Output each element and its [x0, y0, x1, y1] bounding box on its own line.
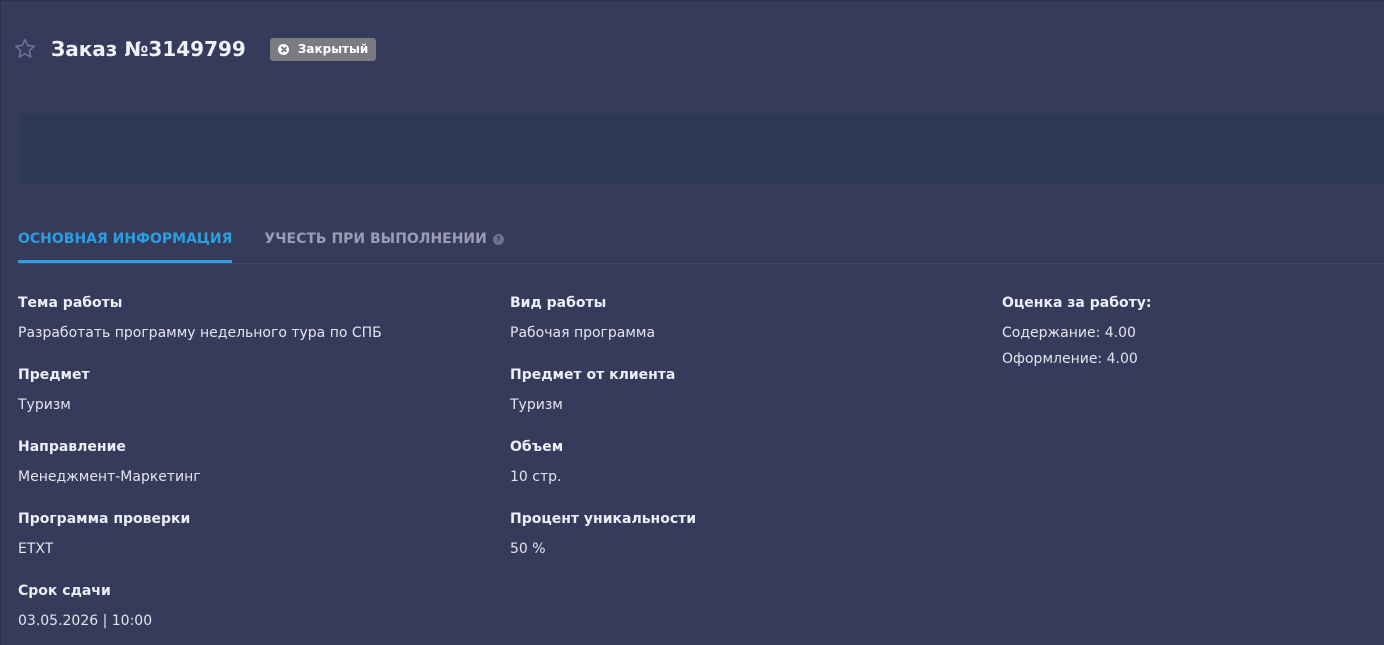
tab-consider-when-executing[interactable]: УЧЕСТЬ ПРИ ВЫПОЛНЕНИИ ?: [264, 225, 504, 263]
tab-main-info-label: ОСНОВНАЯ ИНФОРМАЦИЯ: [18, 231, 233, 247]
tab-main-info[interactable]: ОСНОВНАЯ ИНФОРМАЦИЯ: [18, 225, 233, 263]
direction-value: Менеджмент-Маркетинг: [18, 469, 201, 485]
rating-label: Оценка за работу:: [1002, 295, 1152, 311]
rating-design-value: Оформление: 4.00: [1002, 351, 1138, 367]
deadline-label: Срок сдачи: [18, 583, 111, 599]
work-type-label: Вид работы: [510, 295, 607, 311]
volume-label: Объем: [510, 439, 564, 455]
rating-content-value: Содержание: 4.00: [1002, 325, 1136, 341]
topic-value: Разработать программу недельного тура по…: [18, 325, 382, 341]
subject-label: Предмет: [18, 367, 90, 383]
star-icon[interactable]: [13, 37, 37, 61]
topic-label: Тема работы: [18, 295, 123, 311]
order-page: Заказ №3149799 Закрытый ОСНОВНАЯ ИНФОРМА…: [0, 0, 1384, 645]
question-circle-icon[interactable]: ?: [492, 234, 504, 245]
uniqueness-value: 50 %: [510, 541, 546, 557]
check-program-value: ETXT: [18, 541, 54, 557]
status-badge: Закрытый: [269, 37, 377, 61]
work-type-value: Рабочая программа: [510, 325, 656, 341]
tab-bar: ОСНОВНАЯ ИНФОРМАЦИЯ УЧЕСТЬ ПРИ ВЫПОЛНЕНИ…: [18, 225, 1384, 264]
client-subject-value: Туризм: [510, 397, 563, 413]
direction-label: Направление: [18, 439, 126, 455]
volume-value: 10 стр.: [510, 469, 562, 485]
tab-consider-label: УЧЕСТЬ ПРИ ВЫПОЛНЕНИИ: [264, 231, 487, 247]
deadline-value: 03.05.2026 | 10:00: [18, 613, 153, 629]
page-title: Заказ №3149799: [51, 37, 246, 61]
order-header: Заказ №3149799 Закрытый: [13, 34, 377, 64]
status-badge-label: Закрытый: [297, 42, 369, 56]
uniqueness-label: Процент уникальности: [510, 511, 697, 527]
check-program-label: Программа проверки: [18, 511, 191, 527]
close-circle-icon: [277, 43, 289, 55]
client-subject-label: Предмет от клиента: [510, 367, 676, 383]
info-banner: [19, 114, 1384, 184]
subject-value: Туризм: [18, 397, 71, 413]
